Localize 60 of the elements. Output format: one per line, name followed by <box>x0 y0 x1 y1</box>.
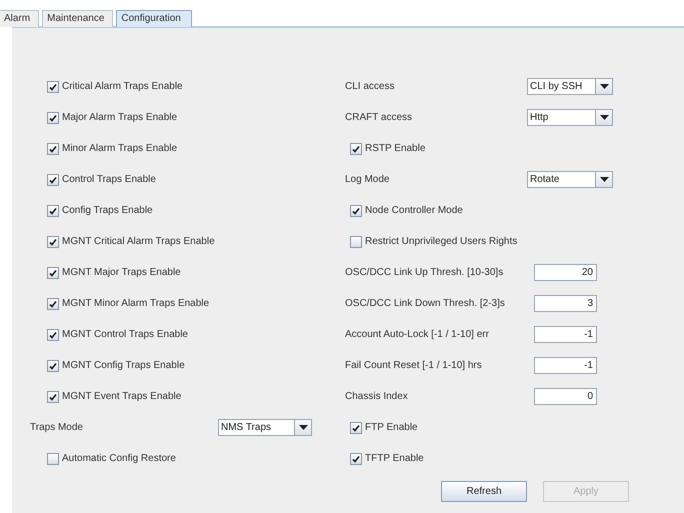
checkbox[interactable] <box>47 266 59 278</box>
caret-icon <box>600 177 608 182</box>
checkbox-label: FTP Enable <box>365 422 418 433</box>
input-field[interactable]: 3 <box>534 295 597 312</box>
checkbox-label: MGNT Major Traps Enable <box>62 267 181 278</box>
checkbox-label: Restrict Unprivileged Users Rights <box>365 236 518 247</box>
checkbox-label: Major Alarm Traps Enable <box>62 112 178 123</box>
dropdown[interactable]: Rotate <box>527 171 613 188</box>
field-label: Account Auto-Lock [-1 / 1-10] err <box>345 329 490 340</box>
checkbox[interactable] <box>350 452 362 464</box>
checkbox[interactable] <box>350 422 362 434</box>
caret-icon <box>298 425 308 430</box>
caret-icon <box>600 115 608 120</box>
checkbox-label: MGNT Config Traps Enable <box>62 360 185 371</box>
checkbox[interactable] <box>47 328 59 340</box>
dropdown[interactable]: Http <box>527 109 613 126</box>
checkbox[interactable] <box>47 236 59 248</box>
field-label: OSC/DCC Link Up Thresh. [10-30]s <box>345 267 504 278</box>
checkbox[interactable] <box>350 142 362 154</box>
input-field[interactable]: -1 <box>534 357 597 374</box>
field-label: CRAFT access <box>345 112 414 123</box>
checkbox-label: TFTP Enable <box>365 453 424 464</box>
checkbox-label: Minor Alarm Traps Enable <box>62 143 178 154</box>
checkbox-label: Config Traps Enable <box>62 205 153 216</box>
checkbox-label: RSTP Enable <box>365 143 426 154</box>
dropdown[interactable]: CLI by SSH <box>527 78 613 95</box>
caret-icon <box>600 84 608 89</box>
field-label: Traps Mode <box>30 422 84 433</box>
tab[interactable]: Maintenance <box>42 10 114 27</box>
checkbox[interactable] <box>47 112 59 124</box>
checkbox[interactable] <box>47 360 59 372</box>
checkbox[interactable] <box>47 204 59 216</box>
input-field[interactable]: 20 <box>534 264 597 281</box>
checkbox-label: Automatic Config Restore <box>62 453 176 464</box>
field-label: Log Mode <box>345 174 390 185</box>
checkbox-label: MGNT Critical Alarm Traps Enable <box>62 236 215 247</box>
checkbox-label: Node Controller Mode <box>365 205 463 216</box>
checkbox[interactable] <box>47 80 59 92</box>
checkbox[interactable] <box>47 142 59 154</box>
checkbox[interactable] <box>47 174 59 186</box>
field-label: OSC/DCC Link Down Thresh. [2-3]s <box>345 298 506 309</box>
input-field[interactable]: 0 <box>534 388 597 405</box>
checkbox-label: MGNT Event Traps Enable <box>62 391 182 402</box>
tab[interactable]: Alarm <box>0 10 40 27</box>
tab[interactable]: Configuration <box>116 10 192 27</box>
checkbox-label: MGNT Minor Alarm Traps Enable <box>62 298 210 309</box>
input-field[interactable]: -1 <box>534 326 597 343</box>
checkbox[interactable] <box>350 204 362 216</box>
checkbox-label: Control Traps Enable <box>62 174 156 185</box>
checkbox[interactable] <box>47 298 59 310</box>
button[interactable]: Refresh <box>441 481 527 502</box>
field-label: Chassis Index <box>345 391 409 402</box>
checkbox-label: Critical Alarm Traps Enable <box>62 81 183 92</box>
checkbox[interactable] <box>350 236 362 248</box>
dropdown[interactable]: NMS Traps <box>218 419 312 436</box>
checkbox-label: MGNT Control Traps Enable <box>62 329 188 340</box>
checkbox[interactable] <box>47 452 59 464</box>
checkbox[interactable] <box>47 390 59 402</box>
field-label: Fail Count Reset [-1 / 1-10] hrs <box>345 360 483 371</box>
field-label: CLI access <box>345 81 396 92</box>
